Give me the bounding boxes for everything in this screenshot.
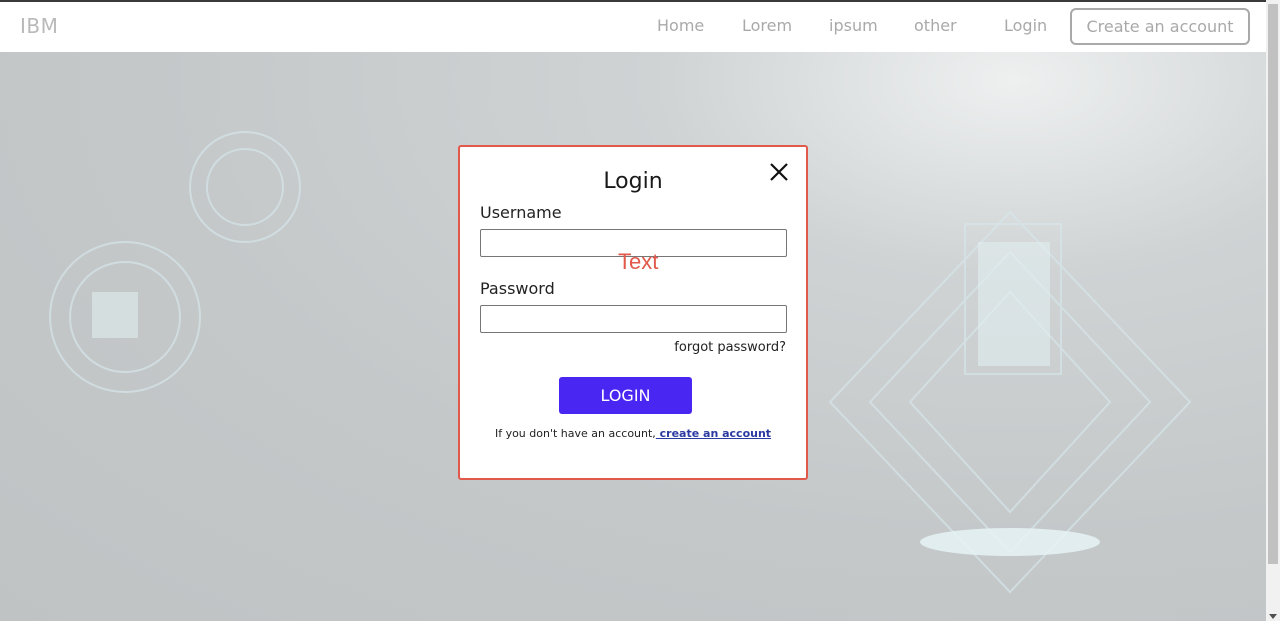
nav-link-home[interactable]: Home xyxy=(657,16,704,35)
nav-link-login[interactable]: Login xyxy=(1004,16,1047,35)
scroll-down-arrow-icon[interactable] xyxy=(1269,614,1277,619)
glow-base xyxy=(920,528,1100,556)
modal-title: Login xyxy=(603,169,663,194)
create-account-link[interactable]: create an account xyxy=(656,427,771,440)
top-navbar: IBM Home Lorem ipsum other Login Create … xyxy=(0,2,1266,52)
brand-logo[interactable]: IBM xyxy=(20,14,58,38)
password-label: Password xyxy=(480,279,555,298)
password-input[interactable] xyxy=(480,305,787,333)
login-button[interactable]: LOGIN xyxy=(559,377,692,414)
server-panel xyxy=(978,242,1050,366)
create-account-button[interactable]: Create an account xyxy=(1070,8,1250,45)
login-modal: Login Username Text Password forgot pass… xyxy=(458,145,808,480)
nav-link-ipsum[interactable]: ipsum xyxy=(829,16,878,35)
close-icon[interactable] xyxy=(768,161,790,183)
signup-prompt: If you don't have an account, create an … xyxy=(460,427,806,440)
signup-prompt-text: If you don't have an account, xyxy=(494,427,656,440)
nav-link-other[interactable]: other xyxy=(914,16,957,35)
page-scrollbar[interactable] xyxy=(1266,0,1280,621)
forgot-password-link[interactable]: forgot password? xyxy=(674,340,786,355)
username-label: Username xyxy=(480,203,562,222)
scrollbar-thumb[interactable] xyxy=(1268,4,1278,564)
overlay-text-label: Text xyxy=(618,249,659,274)
nav-link-lorem[interactable]: Lorem xyxy=(742,16,792,35)
lock-block xyxy=(92,292,138,338)
